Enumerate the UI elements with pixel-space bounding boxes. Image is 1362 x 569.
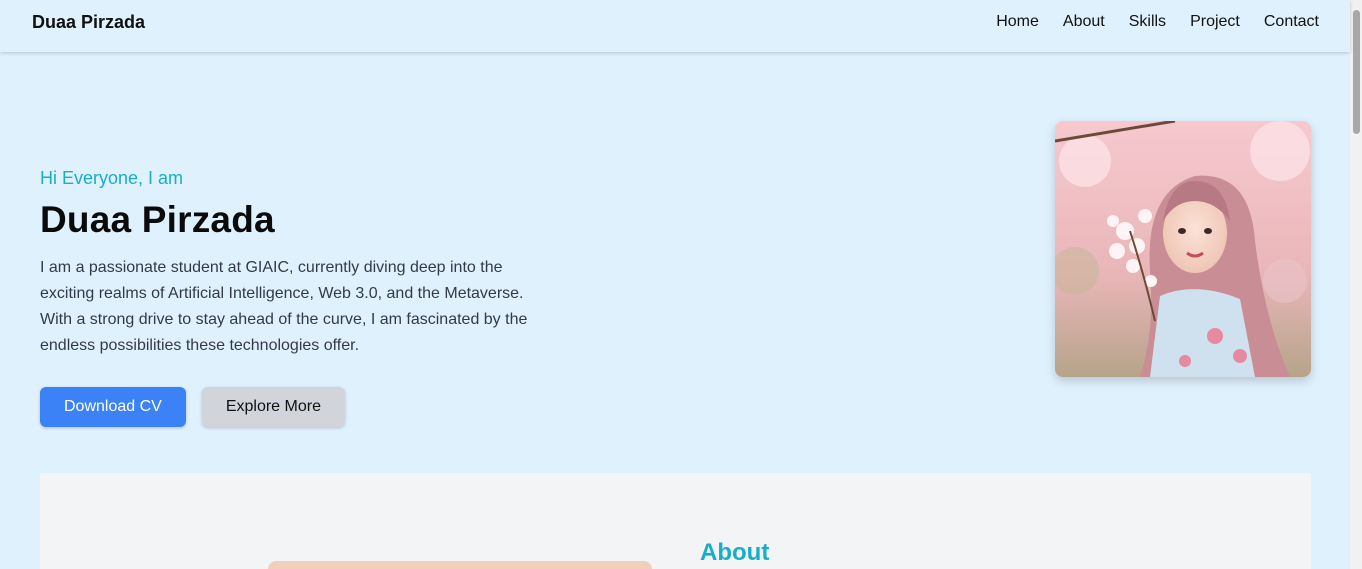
about-title: About	[700, 539, 770, 566]
scrollbar-thumb[interactable]	[1353, 10, 1360, 134]
hero-buttons: Download CV Explore More	[40, 387, 345, 427]
nav-links: Home About Skills Project Contact	[996, 13, 1319, 31]
hero-name: Duaa Pirzada	[40, 199, 275, 240]
vertical-scrollbar[interactable]	[1350, 0, 1362, 569]
nav-link-skills[interactable]: Skills	[1129, 13, 1166, 31]
nav-link-about[interactable]: About	[1063, 13, 1105, 31]
explore-more-button[interactable]: Explore More	[201, 387, 345, 427]
profile-illustration	[1055, 121, 1311, 377]
nav-link-home[interactable]: Home	[996, 13, 1039, 31]
nav-link-project[interactable]: Project	[1190, 13, 1240, 31]
hero-greeting: Hi Everyone, I am	[40, 168, 184, 188]
about-image-card	[268, 561, 652, 569]
site-brand[interactable]: Duaa Pirzada	[32, 12, 145, 33]
hero-section: Hi Everyone, I am Duaa Pirzada I am a pa…	[40, 168, 560, 359]
download-cv-button[interactable]: Download CV	[40, 387, 186, 427]
profile-photo	[1055, 121, 1311, 377]
nav-link-contact[interactable]: Contact	[1264, 13, 1319, 31]
about-section: About	[40, 473, 1311, 569]
hero-description: I am a passionate student at GIAIC, curr…	[40, 259, 528, 354]
page: Duaa Pirzada Home About Skills Project C…	[0, 0, 1362, 569]
navbar: Duaa Pirzada Home About Skills Project C…	[0, 0, 1350, 52]
